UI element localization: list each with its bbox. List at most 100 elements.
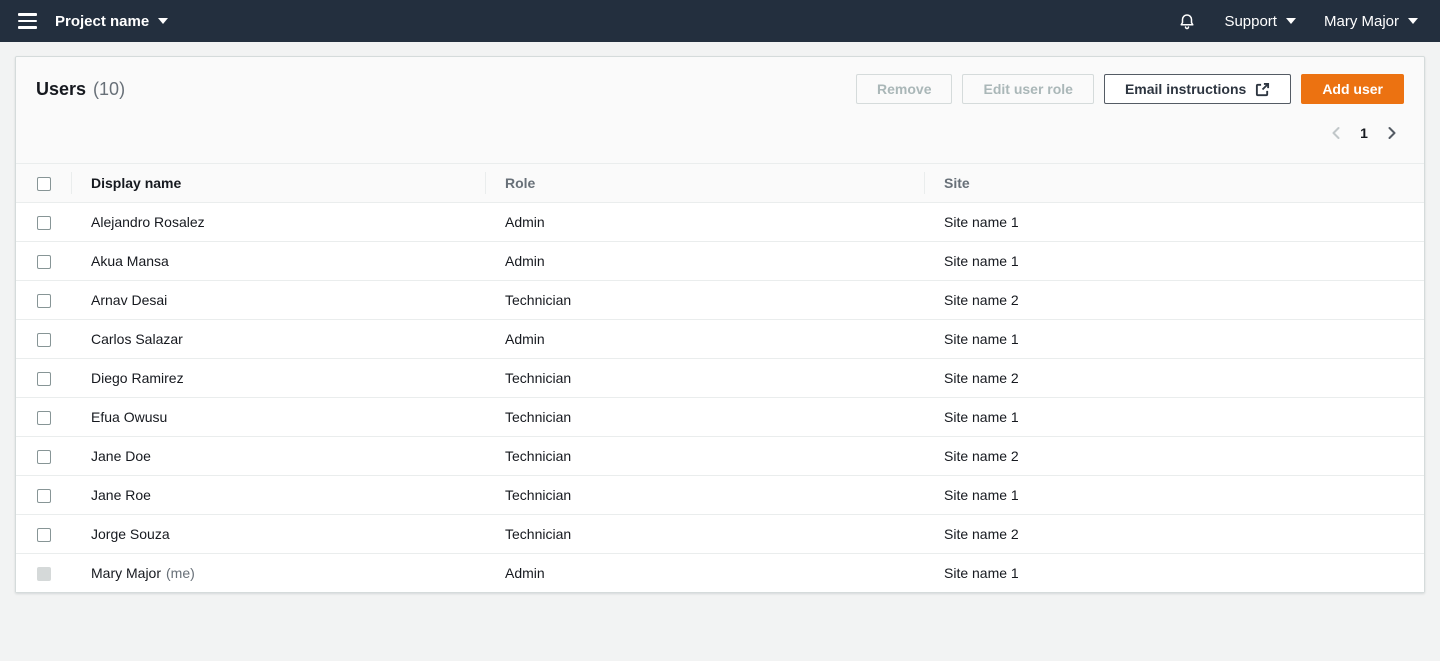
table-body: Alejandro Rosalez Admin Site name 1 Akua… [16,202,1424,592]
table-row[interactable]: Akua Mansa Admin Site name 1 [16,241,1424,280]
caret-down-icon [158,18,168,24]
table-row[interactable]: Mary Major (me) Admin Site name 1 [16,553,1424,592]
remove-button: Remove [856,74,952,104]
caret-down-icon [1408,18,1418,24]
page-content: Users (10) Remove Edit user role Email i… [0,42,1440,593]
display-name-cell: Alejandro Rosalez [71,202,485,241]
user-display-name: Mary Major [91,565,161,581]
display-name-cell: Arnav Desai [71,280,485,319]
role-cell: Technician [485,436,924,475]
role-cell: Technician [485,397,924,436]
role-cell: Admin [485,241,924,280]
row-checkbox[interactable] [37,216,51,230]
display-name-cell: Jane Doe [71,436,485,475]
role-cell: Technician [485,280,924,319]
page-number-current[interactable]: 1 [1354,125,1374,141]
user-name-label: Mary Major [1324,13,1399,30]
row-checkbox[interactable] [37,411,51,425]
chevron-right-icon [1384,125,1400,141]
caret-down-icon [1286,18,1296,24]
edit-user-role-button: Edit user role [962,74,1093,104]
user-display-name: Alejandro Rosalez [91,214,205,230]
add-user-button[interactable]: Add user [1301,74,1404,104]
site-cell: Site name 2 [924,280,1424,319]
row-checkbox[interactable] [37,450,51,464]
action-buttons: Remove Edit user role Email instructions… [856,74,1404,104]
display-name-cell: Mary Major (me) [71,553,485,592]
display-name-cell: Akua Mansa [71,241,485,280]
user-display-name: Jane Doe [91,448,151,464]
row-checkbox [37,567,51,581]
user-display-name: Jorge Souza [91,526,170,542]
select-all-checkbox[interactable] [37,177,51,191]
site-cell: Site name 1 [924,397,1424,436]
users-panel-header: Users (10) Remove Edit user role Email i… [16,57,1424,164]
column-header-role[interactable]: Role [485,164,924,202]
display-name-cell: Diego Ramirez [71,358,485,397]
row-checkbox[interactable] [37,294,51,308]
role-cell: Admin [485,553,924,592]
email-instructions-label: Email instructions [1125,81,1246,97]
table-row[interactable]: Jorge Souza Technician Site name 2 [16,514,1424,553]
top-navigation-bar: Project name Support Mary Major [0,0,1440,42]
bell-icon [1178,12,1196,30]
support-label: Support [1224,13,1277,30]
table-row[interactable]: Diego Ramirez Technician Site name 2 [16,358,1424,397]
chevron-left-icon [1328,125,1344,141]
display-name-cell: Efua Owusu [71,397,485,436]
project-name-menu[interactable]: Project name [55,13,168,30]
page-title: Users (10) [36,79,125,100]
table-row[interactable]: Jane Doe Technician Site name 2 [16,436,1424,475]
row-checkbox[interactable] [37,255,51,269]
user-display-name: Carlos Salazar [91,331,183,347]
role-cell: Technician [485,358,924,397]
column-header-display-name[interactable]: Display name [71,164,485,202]
role-cell: Admin [485,319,924,358]
table-row[interactable]: Arnav Desai Technician Site name 2 [16,280,1424,319]
external-link-icon [1255,82,1270,97]
next-page-button[interactable] [1380,121,1404,145]
table-row[interactable]: Alejandro Rosalez Admin Site name 1 [16,202,1424,241]
previous-page-button [1324,121,1348,145]
user-display-name: Diego Ramirez [91,370,184,386]
row-checkbox[interactable] [37,333,51,347]
site-cell: Site name 2 [924,514,1424,553]
display-name-cell: Jorge Souza [71,514,485,553]
user-display-name: Efua Owusu [91,409,167,425]
site-cell: Site name 1 [924,202,1424,241]
user-menu[interactable]: Mary Major [1324,13,1418,30]
site-cell: Site name 2 [924,358,1424,397]
table-row[interactable]: Efua Owusu Technician Site name 1 [16,397,1424,436]
users-table: Display name Role Site Alejandro Rosalez… [16,164,1424,592]
site-cell: Site name 2 [924,436,1424,475]
hamburger-menu-icon[interactable] [14,7,41,35]
user-display-name: Jane Roe [91,487,151,503]
role-cell: Admin [485,202,924,241]
notifications-button[interactable] [1178,12,1196,30]
project-name-label: Project name [55,13,149,30]
users-title: Users [36,79,86,100]
user-display-name: Akua Mansa [91,253,169,269]
role-cell: Technician [485,475,924,514]
site-cell: Site name 1 [924,319,1424,358]
table-row[interactable]: Jane Roe Technician Site name 1 [16,475,1424,514]
row-checkbox[interactable] [37,489,51,503]
display-name-cell: Carlos Salazar [71,319,485,358]
table-row[interactable]: Carlos Salazar Admin Site name 1 [16,319,1424,358]
user-display-name: Arnav Desai [91,292,167,308]
pagination: 1 [36,119,1404,147]
table-header-row: Display name Role Site [16,164,1424,202]
site-cell: Site name 1 [924,553,1424,592]
users-count: (10) [93,79,125,100]
email-instructions-button[interactable]: Email instructions [1104,74,1291,104]
display-name-cell: Jane Roe [71,475,485,514]
column-header-site[interactable]: Site [924,164,1424,202]
row-checkbox[interactable] [37,372,51,386]
site-cell: Site name 1 [924,241,1424,280]
users-panel: Users (10) Remove Edit user role Email i… [15,56,1425,593]
row-checkbox[interactable] [37,528,51,542]
site-cell: Site name 1 [924,475,1424,514]
me-suffix: (me) [166,565,195,581]
support-menu[interactable]: Support [1224,13,1296,30]
role-cell: Technician [485,514,924,553]
